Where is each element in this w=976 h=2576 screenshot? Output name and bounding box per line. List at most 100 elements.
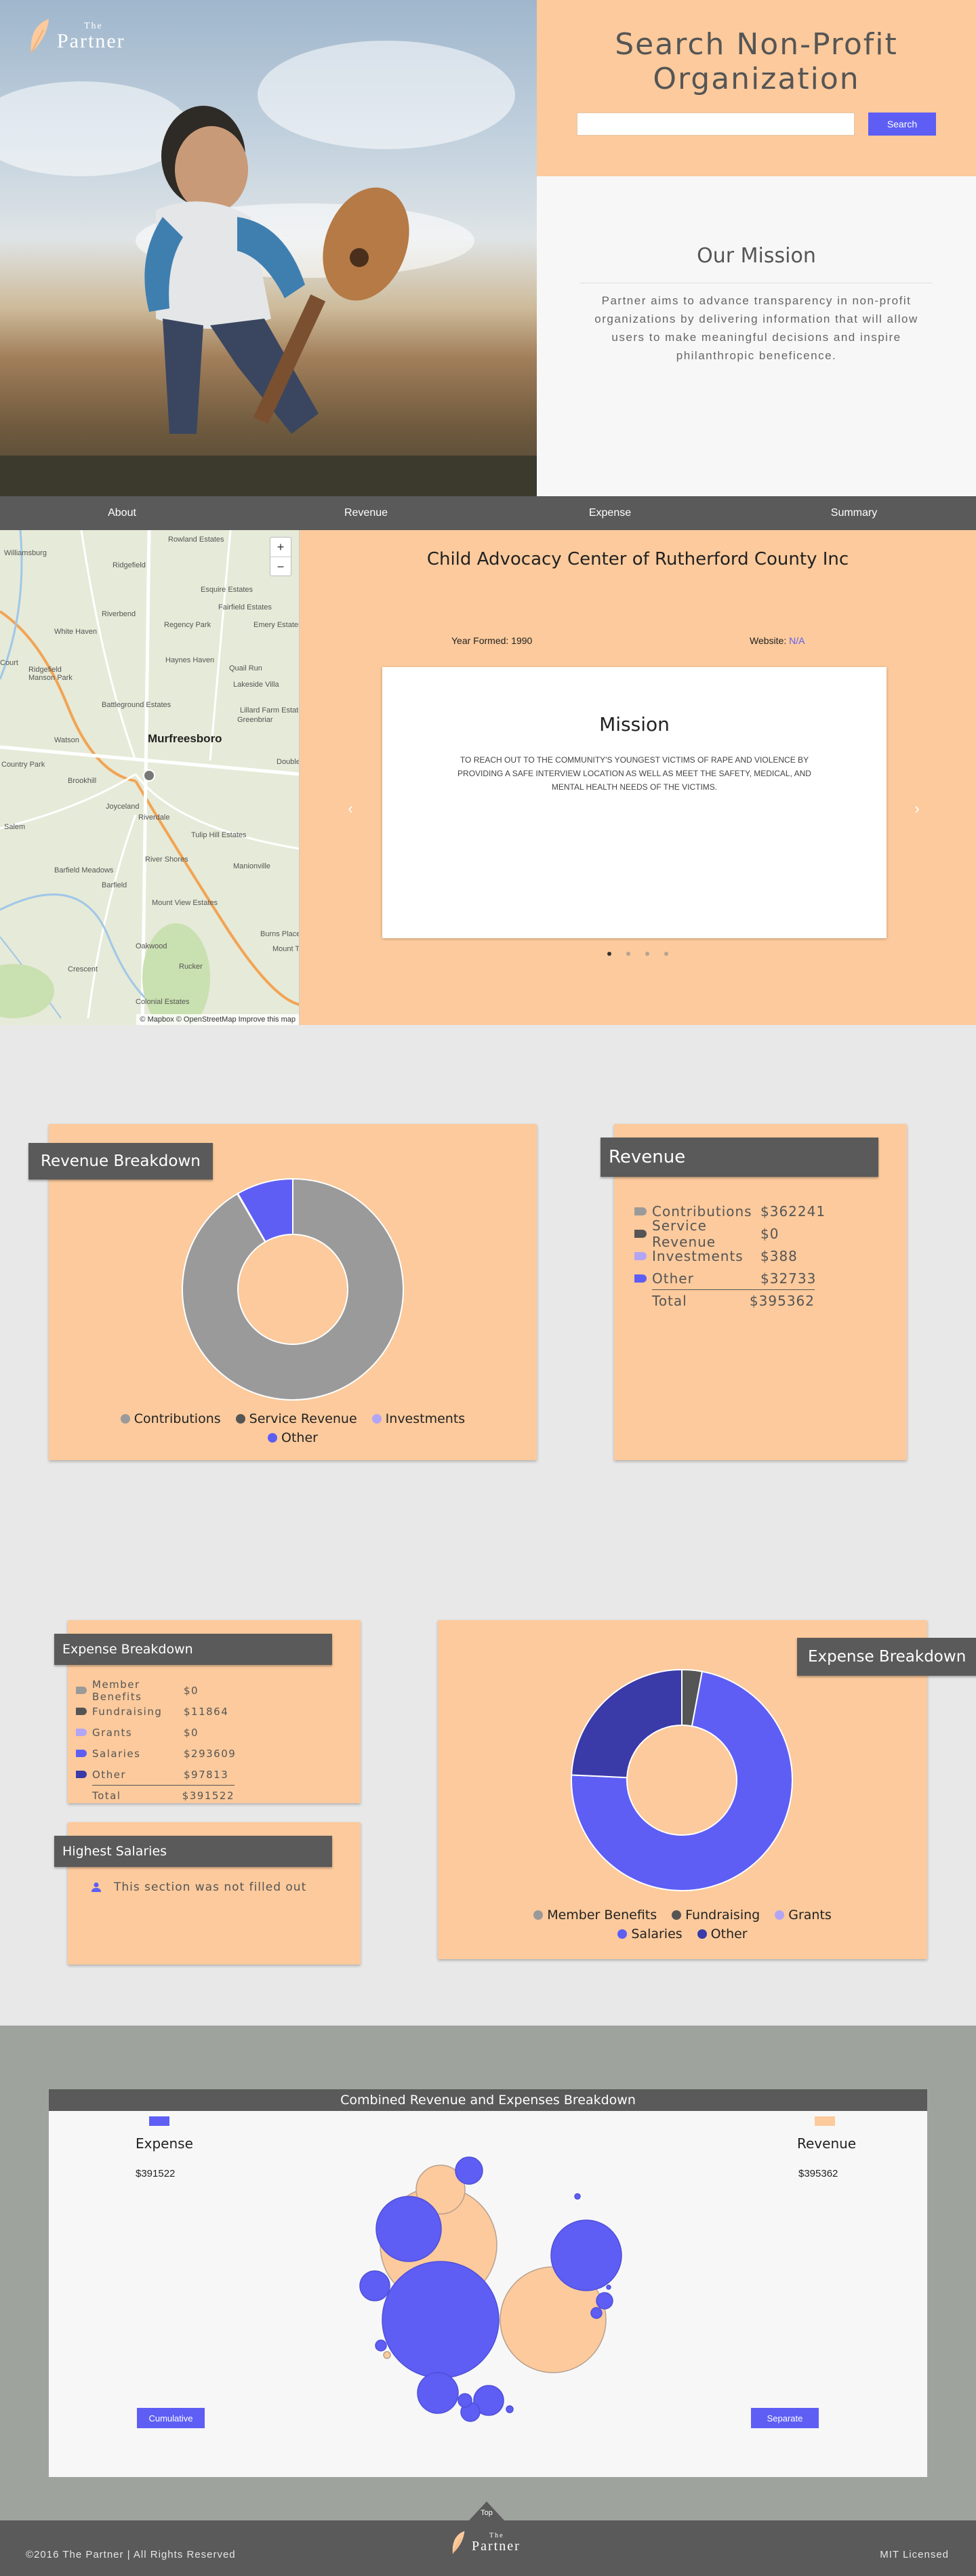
legend-item[interactable]: Contributions <box>120 1411 221 1426</box>
legend-label: Other <box>710 1927 748 1941</box>
map-label: Esquire Estates <box>201 586 253 594</box>
revenue-table: Contributions $362241 Service Revenue $0 I… <box>634 1200 838 1312</box>
legend-label: Salaries <box>631 1927 683 1941</box>
map-label: Barfield <box>102 881 127 889</box>
legend-swatch <box>617 1929 628 1939</box>
map-label: White Haven <box>54 628 97 636</box>
cumulative-button[interactable]: Cumulative <box>137 2408 205 2428</box>
map-label: Brookhill <box>68 777 97 785</box>
legend-swatch <box>775 1910 785 1920</box>
legend-item[interactable]: Salaries <box>617 1927 683 1941</box>
map-label: Haynes Haven <box>165 656 215 664</box>
map-label: Battleground Estates <box>102 701 171 709</box>
row-value: $362241 <box>760 1203 826 1220</box>
flag-icon <box>634 1229 647 1238</box>
search-button[interactable]: Search <box>868 113 936 136</box>
footer-logo[interactable]: The Partner <box>450 2530 521 2556</box>
row-label: Other <box>652 1270 694 1287</box>
map-label: Watson <box>54 736 79 744</box>
location-map[interactable]: Williamsburg Rowland Estates Ridgefield … <box>0 530 300 1025</box>
map-zoom-in-button[interactable]: + <box>270 538 291 557</box>
person-icon <box>92 1883 101 1892</box>
flag-icon <box>76 1771 87 1778</box>
carousel-dot[interactable] <box>626 952 630 956</box>
mission-card: Mission TO REACH OUT TO THE COMMUNITY'S … <box>382 667 887 938</box>
map-label: Manionville <box>233 862 271 870</box>
legend-swatch <box>268 1433 278 1443</box>
carousel-dot[interactable] <box>645 952 649 956</box>
legend-label: Member Benefits <box>547 1908 657 1923</box>
row-label: Fundraising <box>92 1705 163 1718</box>
legend-item[interactable]: Other <box>268 1430 318 1445</box>
legend-label: Service Revenue <box>249 1411 357 1426</box>
brand-logo[interactable]: The Partner <box>27 18 125 56</box>
expense-row: Fundraising $11864 <box>76 1701 252 1722</box>
row-label: Service Revenue <box>652 1217 716 1250</box>
nav-expense[interactable]: Expense <box>488 496 732 530</box>
revenue-total-row: Total $395362 <box>652 1289 815 1312</box>
carousel-next-icon[interactable]: › <box>910 801 924 816</box>
legend-item[interactable]: Grants <box>775 1908 832 1923</box>
legend-item[interactable]: Investments <box>371 1411 465 1426</box>
map-label: Rowland Estates <box>168 536 224 544</box>
carousel-dot[interactable] <box>607 952 611 956</box>
flag-icon <box>76 1729 87 1736</box>
carousel-prev-icon[interactable]: ‹ <box>343 801 358 816</box>
mission-card-text: TO REACH OUT TO THE COMMUNITY'S YOUNGEST… <box>458 755 811 792</box>
expense-chart-legend: Member Benefits Fundraising Grants Salar… <box>506 1908 859 1941</box>
separate-button[interactable]: Separate <box>751 2408 819 2428</box>
revenue-row: Investments $388 <box>634 1245 838 1267</box>
row-label: Member Benefits <box>92 1678 142 1703</box>
map-label: Riverbend <box>102 610 136 618</box>
footer-license: MIT Licensed <box>880 2549 949 2560</box>
organization-name: Child Advocacy Center of Rutherford Coun… <box>426 549 849 569</box>
map-label: River Shores <box>145 856 188 864</box>
expense-row: Salaries $293609 <box>76 1743 252 1764</box>
logo-partner: Partner <box>472 2539 521 2554</box>
revenue-title: Revenue <box>601 1138 878 1177</box>
total-value: $391522 <box>182 1790 235 1802</box>
legend-label: Fundraising <box>685 1908 760 1923</box>
row-value: $0 <box>184 1726 199 1739</box>
carousel-dot[interactable] <box>664 952 668 956</box>
bubble <box>455 2156 483 2185</box>
bubble <box>458 2393 472 2408</box>
map-label: Lillard Farm Estates <box>240 706 299 715</box>
organization-panel: Child Advocacy Center of Rutherford Coun… <box>300 530 976 1025</box>
map-label: Mount View Estates <box>152 899 218 907</box>
search-input[interactable] <box>577 113 855 136</box>
map-city-label: Murfreesboro <box>148 732 222 745</box>
flag-icon <box>76 1687 87 1694</box>
nav-revenue[interactable]: Revenue <box>244 496 488 530</box>
bubble <box>606 2285 611 2290</box>
row-label: Other <box>92 1768 127 1781</box>
legend-label: Other <box>281 1430 318 1445</box>
legend-label: Grants <box>788 1908 832 1923</box>
map-label: Williamsburg <box>4 549 47 557</box>
website-link[interactable]: N/A <box>789 635 805 646</box>
map-label: Emery Estates <box>253 621 300 629</box>
legend-item[interactable]: Service Revenue <box>235 1411 357 1426</box>
nav-about[interactable]: About <box>0 496 244 530</box>
bubble <box>574 2193 581 2200</box>
legend-swatch <box>120 1414 130 1424</box>
total-label: Total <box>652 1293 687 1309</box>
legend-item[interactable]: Other <box>697 1927 748 1941</box>
legend-swatch <box>697 1929 707 1939</box>
nav-summary[interactable]: Summary <box>732 496 976 530</box>
expense-total-row: Total $391522 <box>92 1785 235 1806</box>
map-label: Mount Ter <box>272 945 299 953</box>
map-zoom-out-button[interactable]: − <box>270 557 291 576</box>
legend-item[interactable]: Member Benefits <box>533 1908 657 1923</box>
row-value: $0 <box>760 1225 779 1242</box>
legend-item[interactable]: Fundraising <box>672 1908 760 1923</box>
bubble <box>550 2219 622 2291</box>
map-attribution[interactable]: © Mapbox © OpenStreetMap Improve this ma… <box>136 1014 299 1025</box>
donut-slice-other[interactable] <box>571 1668 683 1779</box>
map-label: Salem <box>4 823 26 831</box>
row-label: Grants <box>92 1726 133 1739</box>
hero: The Partner Search Non-Profit Organizati… <box>0 0 976 496</box>
bubble <box>382 2261 500 2379</box>
logo-partner: Partner <box>57 30 125 52</box>
map-label: Lakeside Villa <box>233 681 279 689</box>
